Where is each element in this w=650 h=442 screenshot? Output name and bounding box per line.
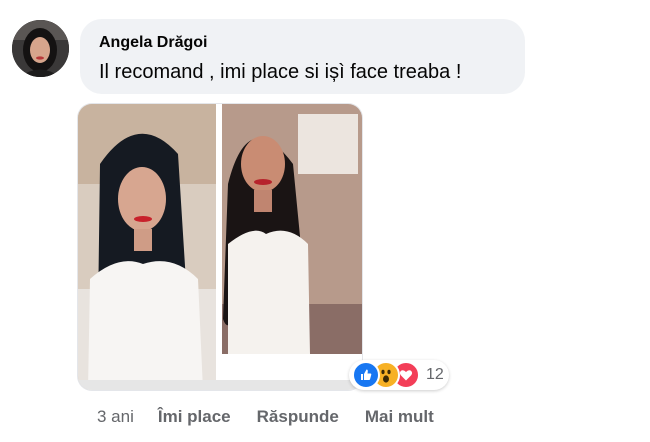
reply-button[interactable]: Răspunde [257,407,339,427]
reactions-summary[interactable]: 12 [349,360,449,390]
like-button[interactable]: Îmi place [158,407,231,427]
comment-photo[interactable] [78,104,362,390]
comment-actions: 3 ani Îmi place Răspunde Mai mult [97,405,460,429]
more-button[interactable]: Mai mult [365,407,434,427]
photo-collage [78,104,362,390]
reaction-count: 12 [426,366,444,383]
profile-photo [12,20,69,77]
comment-author[interactable]: Angela Drăgoi [99,33,506,53]
comment-timestamp[interactable]: 3 ani [97,407,134,427]
comment-text: Il recomand , imi place si ișì face trea… [99,61,462,83]
like-icon [352,361,380,389]
comment-bubble: Angela Drăgoi Il recomand , imi place si… [80,19,525,94]
avatar[interactable] [12,20,69,77]
